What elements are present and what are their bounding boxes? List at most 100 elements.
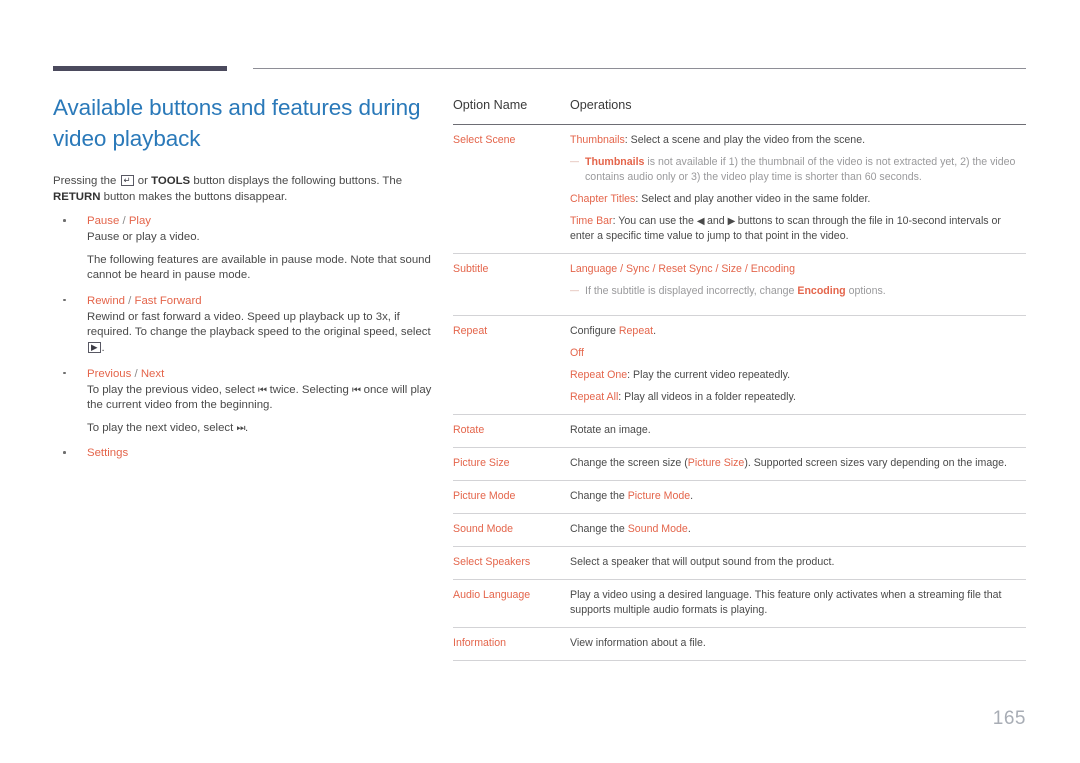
bullet-body-text-end: . — [101, 341, 105, 354]
operation-keyword: Picture Mode — [627, 490, 691, 502]
operation-line: Select a speaker that will output sound … — [570, 556, 835, 568]
operation-keyword: Sound Mode — [627, 523, 688, 535]
bullet-heading: Settings — [87, 445, 435, 461]
bullet-heading-part-b: Play — [128, 215, 151, 227]
bullet-body-line: The following features are available in … — [87, 253, 431, 282]
operations-cell: Select a speaker that will output sound … — [570, 546, 1026, 580]
table-row: Picture Mode Change the Picture Mode. — [453, 480, 1026, 514]
operation-text: : Play all videos in a folder repeatedly… — [618, 391, 796, 403]
column-header-option-name: Option Name — [453, 98, 570, 125]
bullet-heading-part-b: Fast Forward — [134, 294, 202, 307]
operation-keyword: Off — [570, 347, 584, 359]
operation-text: : You can use the — [612, 215, 697, 227]
bullet-body-line: To play the next video, select ⏭. — [87, 421, 435, 437]
operation-line: Time Bar: You can use the ◀ and ▶ button… — [570, 214, 1026, 244]
option-name-cell: Audio Language — [453, 579, 570, 628]
table-row: Select Scene Thumbnails: Select a scene … — [453, 124, 1026, 254]
operation-line: Change the Sound Mode. — [570, 522, 1026, 537]
column-header-operations: Operations — [570, 98, 1026, 125]
bullet-body-text: To play the next video, select — [87, 421, 234, 434]
operation-text: Change the — [570, 490, 628, 502]
list-item: Rewind / Fast Forward Rewind or fast for… — [53, 293, 435, 357]
bullet-heading: Previous / Next — [87, 366, 435, 382]
operation-note: If the subtitle is displayed incorrectly… — [570, 283, 1026, 299]
operations-cell: Language / Sync / Reset Sync / Size / En… — [570, 253, 1026, 316]
operations-cell: Rotate an image. — [570, 414, 1026, 448]
table-row: Information View information about a fil… — [453, 627, 1026, 661]
document-page: Available buttons and features during vi… — [0, 0, 1080, 763]
page-title: Available buttons and features during vi… — [53, 95, 421, 151]
header-rule-thin — [253, 68, 1026, 69]
option-name-cell: Rotate — [453, 414, 570, 448]
bullet-body-line: To play the previous video, select ⏮ twi… — [87, 383, 435, 414]
operations-cell: Play a video using a desired language. T… — [570, 579, 1026, 628]
table-row: Select Speakers Select a speaker that wi… — [453, 546, 1026, 580]
list-item: Previous / Next To play the previous vid… — [53, 366, 435, 437]
operation-keyword: Picture Size — [687, 457, 745, 469]
operation-text: : Play the current video repeatedly. — [627, 369, 791, 381]
option-name-cell: Select Speakers — [453, 546, 570, 580]
note-text: is not available if 1) the thumbnail of … — [585, 156, 1016, 183]
operation-line: Language / Sync / Reset Sync / Size / En… — [570, 262, 1026, 277]
note-text: options. — [845, 285, 886, 297]
bullet-heading-sep: / — [125, 294, 135, 307]
operation-text: Configure — [570, 325, 619, 337]
page-number: 165 — [992, 708, 1026, 729]
intro-text-mid: or — [137, 175, 148, 187]
intro-text-before: Pressing the — [53, 175, 117, 187]
intro-paragraph: Pressing the ↵ or TOOLS button displays … — [53, 174, 403, 205]
operation-text: Change the screen size ( — [570, 457, 688, 469]
skip-back-icon: ⏮ — [257, 384, 267, 396]
intro-return-label: RETURN — [53, 190, 101, 203]
feature-bullet-list: Pause / Play Pause or play a video. The … — [53, 213, 435, 461]
operation-line: Repeat One: Play the current video repea… — [570, 368, 1026, 383]
option-name-cell: Repeat — [453, 315, 570, 415]
operation-keyword: Repeat All — [570, 391, 619, 403]
operation-keyword: Repeat — [618, 325, 654, 337]
operations-cell: Configure Repeat. Off Repeat One: Play t… — [570, 315, 1026, 415]
operations-cell: Change the Sound Mode. — [570, 513, 1026, 547]
option-name-cell: Picture Size — [453, 447, 570, 481]
table-row: Repeat Configure Repeat. Off Repeat One:… — [453, 315, 1026, 415]
operation-text: and — [704, 215, 728, 227]
bullet-heading-part-a: Rewind — [87, 294, 125, 307]
operation-keyword: Language / Sync / Reset Sync / Size / En… — [570, 263, 795, 275]
operations-cell: Thumbnails: Select a scene and play the … — [570, 124, 1026, 254]
operations-cell: View information about a file. — [570, 627, 1026, 661]
operation-line: View information about a file. — [570, 637, 706, 649]
note-text: If the subtitle is displayed incorrectly… — [585, 285, 798, 297]
intro-tools-label: TOOLS — [151, 175, 191, 187]
bullet-body-text: Rewind or fast forward a video. Speed up… — [87, 310, 431, 339]
option-name-cell: Subtitle — [453, 253, 570, 316]
table-row: Subtitle Language / Sync / Reset Sync / … — [453, 253, 1026, 316]
bullet-body-line: Pause or play a video. — [87, 231, 200, 243]
option-name-cell: Sound Mode — [453, 513, 570, 547]
table-header-row: Option Name Operations — [453, 98, 1026, 125]
bullet-body-text-end: . — [244, 421, 249, 434]
operation-keyword: Thumbnails — [570, 134, 625, 146]
operation-line: Thumbnails: Select a scene and play the … — [570, 133, 1026, 148]
skip-forward-icon: ⏭ — [236, 422, 245, 434]
operations-cell: Change the Picture Mode. — [570, 480, 1026, 514]
left-column: Available buttons and features during vi… — [53, 92, 435, 470]
arrow-right-icon: ▶ — [727, 216, 736, 227]
options-table: Option Name Operations Select Scene Thum… — [453, 98, 1026, 661]
bullet-body-text: To play the previous video, select — [87, 383, 255, 396]
operation-keyword: Chapter Titles — [570, 193, 636, 205]
enter-key-icon: ↵ — [120, 175, 134, 186]
operation-text: . — [653, 325, 657, 337]
operation-line: Rotate an image. — [570, 424, 651, 436]
operation-line: Off — [570, 346, 1026, 361]
note-keyword: Encoding — [797, 285, 846, 297]
operation-note: Thumbnails is not available if 1) the th… — [570, 154, 1026, 185]
operation-line: Change the screen size (Picture Size). S… — [570, 456, 1026, 471]
operations-cell: Change the screen size (Picture Size). S… — [570, 447, 1026, 481]
options-table-wrap: Option Name Operations Select Scene Thum… — [453, 98, 1026, 661]
bullet-heading-part-a: Previous — [87, 367, 132, 380]
table-row: Sound Mode Change the Sound Mode. — [453, 513, 1026, 547]
bullet-heading: Rewind / Fast Forward — [87, 293, 435, 309]
operation-text: . — [687, 523, 691, 535]
option-name-cell: Select Scene — [453, 124, 570, 254]
bullet-body-line: Rewind or fast forward a video. Speed up… — [87, 310, 435, 357]
bullet-heading-sep: / — [119, 215, 129, 227]
